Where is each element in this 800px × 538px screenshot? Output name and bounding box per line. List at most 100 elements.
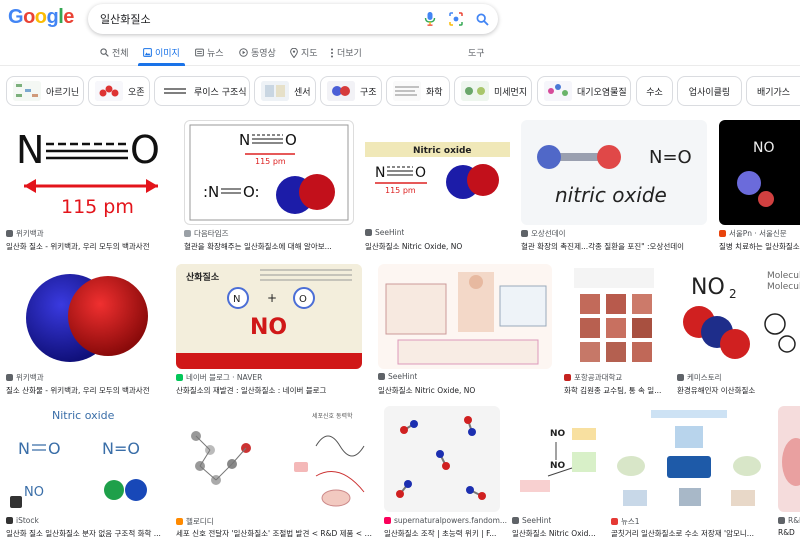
result-title[interactable]: 혈관 확장의 촉진제...각종 질환을 포진" :오상선데이 bbox=[521, 241, 707, 252]
chip-label: 화학 bbox=[426, 87, 443, 98]
image-result[interactable]: NO 서울Pn · 서울신문 질병 치료하는 일산화질소 bbox=[719, 120, 800, 252]
chip-related-search[interactable]: 업사이클링 bbox=[677, 76, 742, 106]
favicon-icon bbox=[176, 374, 183, 381]
favicon-icon bbox=[778, 517, 785, 524]
image-result[interactable]: R&D R&D bbox=[778, 406, 800, 538]
image-result[interactable]: 뉴스1 골칫거리 일산화질소로 수소 저장재 '암모니... bbox=[611, 406, 767, 538]
result-thumbnail: 산화질소 N O + NO bbox=[176, 264, 362, 369]
tab-videos[interactable]: 동영상 bbox=[239, 46, 276, 59]
result-source-name: 위키백과 bbox=[16, 373, 44, 382]
google-logo[interactable]: Google bbox=[8, 6, 74, 29]
result-title[interactable]: 일산화질소 Nitric Oxide, NO bbox=[512, 528, 600, 538]
tab-label: 동영상 bbox=[251, 49, 276, 59]
image-result[interactable]: NO NO SeeHint 일산화질소 Nitric Oxide, NO bbox=[512, 406, 600, 538]
result-title[interactable]: 질병 치료하는 일산화질소 bbox=[719, 241, 800, 252]
favicon-icon bbox=[6, 517, 13, 524]
chip-related-search[interactable]: 미세먼지 bbox=[454, 76, 532, 106]
result-title[interactable]: 일산화 질소 일산화질소 분자 없음 구조적 화학 ... bbox=[6, 528, 164, 538]
result-title[interactable]: 일산화질소 Nitric Oxide, NO bbox=[378, 385, 552, 396]
chip-related-search[interactable]: 구조 bbox=[320, 76, 382, 106]
svg-text:NO: NO bbox=[550, 461, 566, 471]
logo-letter: e bbox=[63, 6, 74, 28]
result-thumbnail: Nitric oxide N O 115 pm bbox=[365, 120, 510, 225]
molecule-graphic bbox=[396, 416, 486, 500]
logo-letter: o bbox=[34, 6, 47, 28]
image-result[interactable]: N O 115 pm 위키백과 일산화 질소 - 위키백과, 우리 모두의 백과… bbox=[6, 120, 176, 252]
result-thumbnail: Nitric oxide N O N=O NO bbox=[6, 406, 164, 512]
image-result[interactable]: 산화질소 N O + NO 네이버 블로그 · NAVER 산화질소의 재발견 … bbox=[176, 264, 362, 396]
diagram-atom-label: N bbox=[16, 128, 44, 172]
result-title[interactable]: 환경유해인자 이산화질소 bbox=[677, 385, 800, 396]
diagram-label: NO bbox=[550, 429, 566, 439]
chip-related-search[interactable]: 배기가스 bbox=[746, 76, 800, 106]
result-title[interactable]: 산화질소의 재발견 : 일산화질소 : 네이버 블로그 bbox=[176, 385, 362, 396]
chip-thumbnail bbox=[161, 81, 189, 101]
diagram-atom-label: O bbox=[48, 439, 61, 458]
related-searches-bar: 아르기닌 오존 루이스 구조식 센서 구조 화학 미세먼지 대기오염물질 수소 … bbox=[0, 76, 800, 106]
chip-related-search[interactable]: 센서 bbox=[254, 76, 316, 106]
chip-label: 센서 bbox=[294, 87, 311, 98]
chip-label: 아르기닌 bbox=[46, 87, 80, 98]
result-title[interactable]: 화학 김원종 교수팀, 통 속 일... bbox=[564, 385, 666, 396]
image-result[interactable]: N O 115 pm :N O: 다음타임즈 혈관을 확장해주는 일산화질소에 … bbox=[184, 120, 354, 252]
chip-related-search[interactable]: 루이스 구조식 bbox=[154, 76, 250, 106]
diagram-label: Molecula bbox=[767, 282, 800, 292]
result-thumbnail bbox=[778, 406, 800, 512]
image-result[interactable]: 위키백과 질소 산화물 - 위키백과, 우리 모두의 백과사전 bbox=[6, 264, 166, 396]
image-result[interactable]: 세포신호 동력학 헬로디디 세포 신호 전달자 '일산화질소' 조절법 발견 <… bbox=[176, 406, 372, 538]
result-title[interactable]: 혈관을 확장해주는 일산화질소에 대해 알아보... bbox=[184, 241, 354, 252]
diagram-atom-label: O bbox=[415, 165, 426, 181]
favicon-icon bbox=[521, 230, 528, 237]
tab-all[interactable]: 전체 bbox=[100, 46, 129, 59]
diagram-atom-label: N bbox=[375, 165, 385, 181]
search-icon[interactable] bbox=[472, 9, 492, 29]
chip-related-search[interactable]: 대기오염물질 bbox=[537, 76, 631, 106]
diagram-atom-label: N bbox=[18, 439, 30, 458]
image-result[interactable]: N=O nitric oxide 오상선데이 혈관 확장의 촉진제...각종 질… bbox=[521, 120, 707, 252]
result-thumbnail: N=O nitric oxide bbox=[521, 120, 707, 225]
diagram-subscript: 2 bbox=[729, 287, 737, 301]
search-box[interactable]: 일산화질소 bbox=[88, 4, 498, 34]
result-source-name: 서울Pn · 서울신문 bbox=[729, 229, 787, 238]
image-result[interactable]: supernaturalpowers.fandom... 일산화질소 조작 | … bbox=[384, 406, 507, 538]
result-thumbnail bbox=[6, 264, 166, 369]
tab-images[interactable]: 이미지 bbox=[143, 46, 180, 59]
favicon-icon bbox=[6, 230, 13, 237]
active-tab-indicator bbox=[138, 63, 185, 66]
diagram-label: NO bbox=[24, 485, 44, 500]
tab-more[interactable]: 더보기 bbox=[330, 46, 362, 59]
result-title[interactable]: 질소 산화물 - 위키백과, 우리 모두의 백과사전 bbox=[6, 385, 166, 396]
microphone-icon[interactable] bbox=[420, 9, 440, 29]
more-vert-icon bbox=[331, 48, 333, 57]
diagram-header: Nitric oxide bbox=[52, 409, 115, 422]
tab-label: 뉴스 bbox=[207, 49, 224, 59]
result-title[interactable]: 세포 신호 전달자 '일산화질소' 조절법 발견 < R&D 제품 < 뉴... bbox=[176, 528, 372, 538]
chip-related-search[interactable]: 수소 bbox=[636, 76, 673, 106]
image-result[interactable]: Nitric oxide N O N=O NO iStock 일산화 질소 일산… bbox=[6, 406, 164, 538]
diagram-header: Nitric oxide bbox=[413, 146, 472, 156]
result-source-name: 헬로디디 bbox=[186, 517, 214, 526]
chip-related-search[interactable]: 화학 bbox=[386, 76, 450, 106]
result-title[interactable]: 골칫거리 일산화질소로 수소 저장재 '암모니... bbox=[611, 528, 767, 538]
image-result[interactable]: NO 2 Molecul Molecula 케미스토리 환경유해인자 이산화질소 bbox=[677, 264, 800, 396]
diagram-atom-label: :N bbox=[203, 183, 219, 201]
image-result[interactable]: SeeHint 일산화질소 Nitric Oxide, NO bbox=[378, 264, 552, 396]
tab-news[interactable]: 뉴스 bbox=[195, 46, 224, 59]
result-source-name: 포항공과대학교 bbox=[574, 373, 623, 382]
tab-maps[interactable]: 지도 bbox=[290, 46, 318, 59]
chip-related-search[interactable]: 오존 bbox=[88, 76, 150, 106]
image-result[interactable]: 포항공과대학교 화학 김원종 교수팀, 통 속 일... bbox=[564, 264, 666, 396]
result-title[interactable]: 일산화질소 Nitric Oxide, NO bbox=[365, 241, 510, 252]
image-result[interactable]: Nitric oxide N O 115 pm SeeHint 일산화질소 Ni… bbox=[365, 120, 510, 252]
result-title[interactable]: 일산화질소 조작 | 초능력 위키 | F... bbox=[384, 528, 500, 538]
camera-lens-icon[interactable] bbox=[446, 9, 466, 29]
logo-letter: o bbox=[23, 6, 35, 28]
result-title[interactable]: R&D bbox=[778, 528, 800, 537]
tab-tools[interactable]: 도구 bbox=[468, 46, 485, 59]
chip-thumbnail bbox=[95, 81, 123, 101]
search-input[interactable]: 일산화질소 bbox=[100, 11, 420, 27]
chip-related-search[interactable]: 아르기닌 bbox=[6, 76, 84, 106]
result-source: 오상선데이 bbox=[521, 228, 566, 239]
result-title[interactable]: 일산화 질소 - 위키백과, 우리 모두의 백과사전 bbox=[6, 241, 176, 252]
chip-label: 대기오염물질 bbox=[577, 87, 627, 98]
